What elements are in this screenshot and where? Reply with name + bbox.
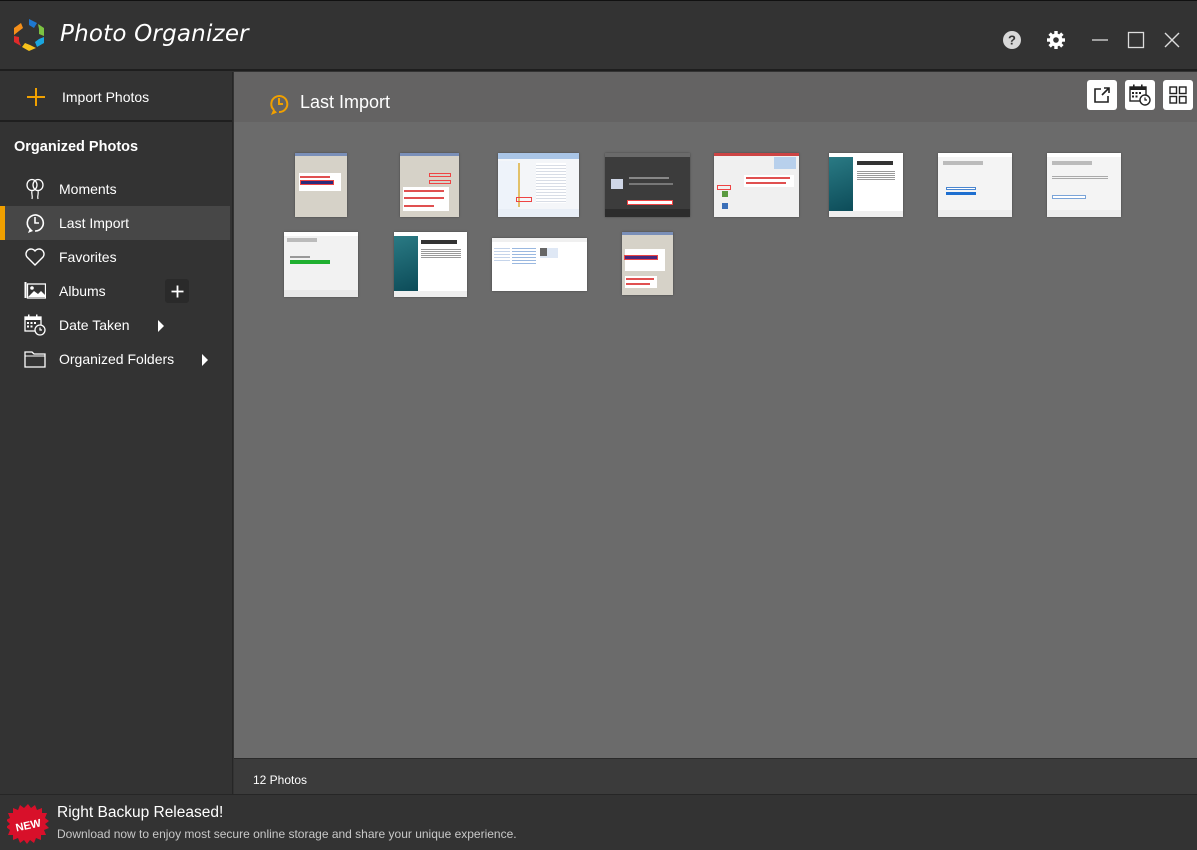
sidebar-item-favorites[interactable]: Favorites bbox=[0, 240, 230, 274]
content-header: Last Import bbox=[234, 72, 1197, 122]
sidebar-item-date-taken[interactable]: Date Taken bbox=[0, 308, 230, 342]
promo-text: Download now to enjoy most secure online… bbox=[57, 827, 517, 841]
sidebar-item-organized-folders[interactable]: Organized Folders bbox=[0, 342, 230, 376]
add-album-button[interactable] bbox=[165, 279, 189, 303]
grid-view-button[interactable] bbox=[1163, 80, 1193, 110]
sidebar-item-label: Albums bbox=[59, 283, 106, 299]
calendar-view-button[interactable] bbox=[1125, 80, 1155, 110]
sidebar-item-label: Organized Folders bbox=[59, 351, 175, 367]
sidebar-item-label: Favorites bbox=[59, 249, 117, 265]
folder-icon bbox=[24, 351, 46, 368]
photo-thumbnail[interactable] bbox=[400, 153, 459, 217]
promo-title: Right Backup Released! bbox=[57, 804, 224, 821]
gear-icon bbox=[1047, 31, 1065, 49]
balloons-icon bbox=[26, 178, 44, 200]
calendar-clock-icon bbox=[24, 314, 46, 336]
minimize-icon bbox=[1092, 39, 1108, 41]
close-icon bbox=[1164, 32, 1180, 48]
sidebar-item-label: Last Import bbox=[59, 215, 130, 231]
open-external-button[interactable] bbox=[1087, 80, 1117, 110]
sidebar-item-label: Date Taken bbox=[59, 317, 130, 333]
photo-thumbnail[interactable] bbox=[492, 238, 587, 291]
photo-organizer-app: Photo Organizer ? Import Photos Organize… bbox=[0, 0, 1197, 850]
open-external-icon bbox=[1094, 87, 1110, 103]
section-title-organized-photos: Organized Photos bbox=[14, 139, 139, 155]
help-button[interactable]: ? bbox=[1000, 28, 1024, 52]
grid-view-icon bbox=[1169, 86, 1187, 104]
new-badge-icon: NEW bbox=[7, 804, 49, 844]
photo-thumbnail[interactable] bbox=[295, 153, 347, 217]
title-bar: Photo Organizer ? bbox=[0, 0, 1197, 71]
promo-banner[interactable]: NEW Right Backup Released! Download now … bbox=[0, 794, 1197, 850]
maximize-button[interactable] bbox=[1124, 28, 1148, 52]
sidebar-item-albums[interactable]: Albums bbox=[0, 274, 230, 308]
minimize-button[interactable] bbox=[1088, 28, 1112, 52]
image-icon bbox=[24, 282, 46, 299]
photo-grid bbox=[234, 122, 1197, 758]
settings-button[interactable] bbox=[1044, 28, 1068, 52]
maximize-icon bbox=[1127, 31, 1145, 49]
clock-import-icon bbox=[270, 95, 289, 115]
svg-text:?: ? bbox=[1008, 33, 1016, 48]
calendar-view-icon bbox=[1129, 84, 1151, 106]
plus-icon bbox=[171, 285, 183, 297]
plus-icon bbox=[27, 88, 45, 106]
photo-thumbnail[interactable] bbox=[938, 153, 1012, 217]
import-photos-button[interactable]: Import Photos bbox=[0, 72, 232, 122]
import-photos-label: Import Photos bbox=[62, 89, 150, 105]
app-title: Photo Organizer bbox=[60, 21, 249, 47]
photo-thumbnail[interactable] bbox=[605, 153, 690, 217]
sidebar: Import Photos Organized Photos Moments L… bbox=[0, 72, 233, 794]
close-button[interactable] bbox=[1160, 28, 1184, 52]
chevron-right-icon[interactable] bbox=[202, 354, 208, 366]
photo-count: 12 Photos bbox=[253, 773, 308, 787]
photo-thumbnail[interactable] bbox=[498, 153, 579, 217]
clock-import-icon bbox=[26, 214, 45, 233]
status-bar: 12 Photos bbox=[234, 758, 1197, 794]
heart-icon bbox=[25, 248, 45, 266]
photo-thumbnail[interactable] bbox=[284, 232, 358, 297]
page-title: Last Import bbox=[300, 92, 391, 112]
photo-thumbnail[interactable] bbox=[714, 153, 799, 217]
app-logo-icon bbox=[14, 19, 44, 51]
photo-thumbnail[interactable] bbox=[1047, 153, 1121, 217]
sidebar-item-moments[interactable]: Moments bbox=[0, 172, 230, 206]
chevron-right-icon[interactable] bbox=[158, 320, 164, 332]
sidebar-item-last-import[interactable]: Last Import bbox=[0, 206, 230, 240]
sidebar-item-label: Moments bbox=[59, 181, 117, 197]
help-icon: ? bbox=[1003, 31, 1021, 49]
photo-thumbnail[interactable] bbox=[394, 232, 467, 297]
photo-thumbnail[interactable] bbox=[622, 232, 673, 295]
photo-thumbnail[interactable] bbox=[829, 153, 903, 217]
